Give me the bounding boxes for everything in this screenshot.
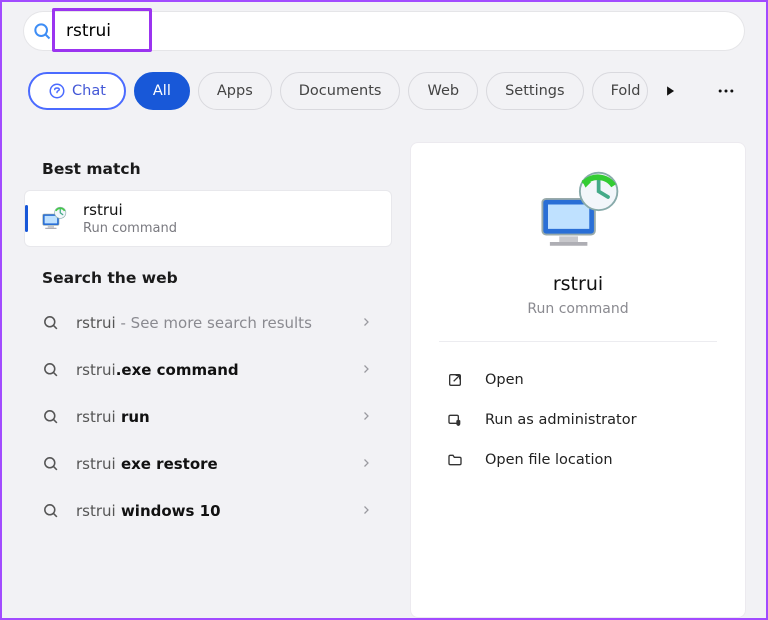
best-match-header: Best match: [22, 142, 394, 190]
details-title: rstrui: [553, 273, 603, 295]
web-item-label: rstrui run: [76, 408, 344, 426]
web-item-label: rstrui windows 10: [76, 502, 344, 520]
chevron-right-icon: [360, 360, 372, 379]
chevron-right-icon: [360, 407, 372, 426]
more-icon[interactable]: [712, 81, 740, 101]
results-column: Best match rstrui Run command Search the…: [22, 142, 394, 618]
tab-web[interactable]: Web: [408, 72, 478, 110]
tab-settings[interactable]: Settings: [486, 72, 583, 110]
search-icon: [40, 314, 60, 331]
search-icon: [24, 21, 60, 41]
best-match-subtitle: Run command: [83, 221, 177, 236]
tab-documents[interactable]: Documents: [280, 72, 401, 110]
action-open[interactable]: Open: [439, 360, 717, 400]
tab-chat-label: Chat: [72, 83, 106, 99]
folder-icon: [445, 452, 465, 468]
system-restore-icon-large: [533, 167, 623, 257]
web-search-item[interactable]: rstrui run: [22, 393, 394, 440]
scroll-right-icon[interactable]: [656, 84, 684, 98]
best-match-title: rstrui: [83, 201, 177, 219]
action-run-as-admin[interactable]: Run as administrator: [439, 400, 717, 440]
search-bar[interactable]: rstrui: [24, 12, 744, 50]
open-icon: [445, 372, 465, 388]
search-icon: [40, 408, 60, 425]
chevron-right-icon: [360, 501, 372, 520]
search-input[interactable]: rstrui: [60, 19, 117, 43]
chevron-right-icon: [360, 313, 372, 332]
web-search-item[interactable]: rstrui - See more search results: [22, 299, 394, 346]
web-item-label: rstrui - See more search results: [76, 314, 344, 332]
admin-icon: [445, 412, 465, 428]
filter-tabs: Chat All Apps Documents Web Settings Fol…: [28, 72, 740, 110]
tab-apps[interactable]: Apps: [198, 72, 272, 110]
details-actions: Open Run as administrator Open file loca…: [439, 342, 717, 480]
details-hero: rstrui Run command: [439, 167, 717, 342]
tab-chat[interactable]: Chat: [28, 72, 126, 110]
action-location-label: Open file location: [485, 452, 613, 468]
action-open-label: Open: [485, 372, 524, 388]
action-open-location[interactable]: Open file location: [439, 440, 717, 480]
search-icon: [40, 502, 60, 519]
details-panel: rstrui Run command Open Run as administr…: [410, 142, 746, 618]
system-restore-icon: [39, 204, 69, 234]
details-subtitle: Run command: [527, 301, 628, 317]
action-admin-label: Run as administrator: [485, 412, 637, 428]
tab-all[interactable]: All: [134, 72, 190, 110]
web-search-item[interactable]: rstrui exe restore: [22, 440, 394, 487]
web-search-item[interactable]: rstrui windows 10: [22, 487, 394, 534]
web-item-label: rstrui.exe command: [76, 361, 344, 379]
search-web-header: Search the web: [22, 251, 394, 299]
web-search-item[interactable]: rstrui.exe command: [22, 346, 394, 393]
chevron-right-icon: [360, 454, 372, 473]
web-item-label: rstrui exe restore: [76, 455, 344, 473]
search-icon: [40, 361, 60, 378]
search-icon: [40, 455, 60, 472]
tab-folders[interactable]: Fold: [592, 72, 648, 110]
best-match-text: rstrui Run command: [83, 201, 177, 236]
best-match-item[interactable]: rstrui Run command: [24, 190, 392, 247]
